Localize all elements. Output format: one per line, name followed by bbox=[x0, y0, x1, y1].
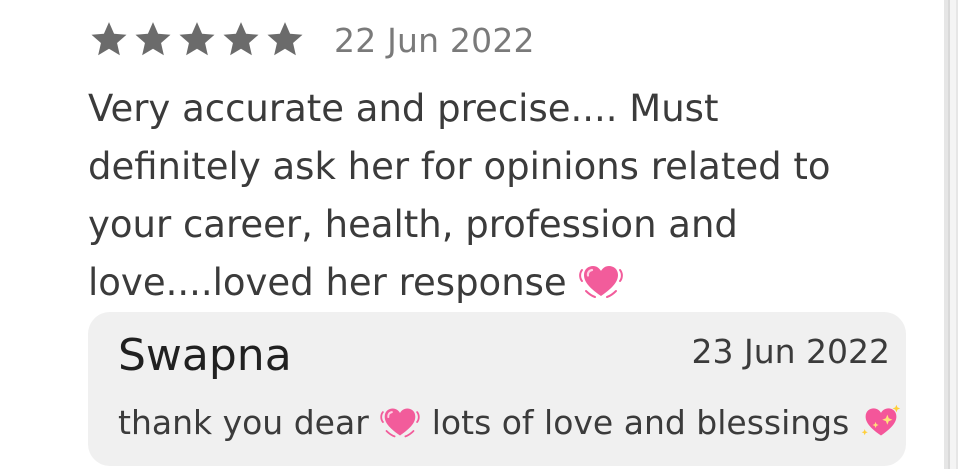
star-icon bbox=[176, 19, 218, 61]
star-icon bbox=[220, 19, 262, 61]
star-icon bbox=[88, 19, 130, 61]
reply-date: 23 Jun 2022 bbox=[691, 332, 890, 371]
sparkling-heart-icon bbox=[860, 402, 902, 452]
beating-heart-icon bbox=[578, 260, 624, 318]
star-rating bbox=[88, 19, 306, 61]
beating-heart-icon bbox=[379, 404, 421, 452]
star-icon bbox=[132, 19, 174, 61]
reply-text-part2: lots of love and blessings bbox=[431, 403, 850, 442]
review-date: 22 Jun 2022 bbox=[334, 20, 535, 60]
owner-reply: Swapna 23 Jun 2022 thank you dear lots o… bbox=[88, 312, 906, 466]
review-text: Very accurate and precise.... Must defin… bbox=[88, 80, 888, 318]
review-meta: 22 Jun 2022 bbox=[88, 12, 908, 68]
reply-author: Swapna bbox=[118, 330, 292, 381]
scrollbar-thumb[interactable] bbox=[948, 0, 956, 469]
review-text-content: Very accurate and precise.... Must defin… bbox=[88, 87, 831, 304]
star-icon bbox=[264, 19, 306, 61]
review-card: 22 Jun 2022 Very accurate and precise...… bbox=[88, 12, 908, 318]
scrollbar[interactable] bbox=[944, 0, 958, 469]
reply-text-part1: thank you dear bbox=[118, 403, 369, 442]
reply-text: thank you dear lots of love and blessing… bbox=[118, 400, 902, 452]
